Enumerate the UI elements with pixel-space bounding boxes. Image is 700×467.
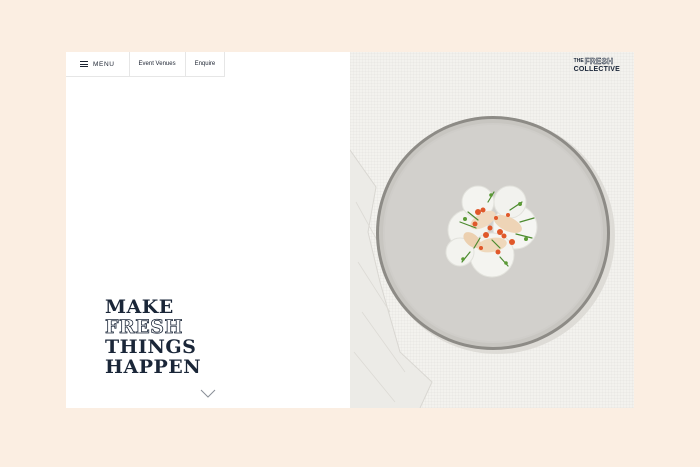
hero-headline: MAKE FRESH THINGS HAPPEN xyxy=(105,297,201,377)
plated-dish-image xyxy=(350,116,615,408)
hero-frame: MENU Event Venues Enquire MAKE FRESH THI… xyxy=(66,52,634,408)
brand-logo[interactable]: THEFRESH COLLECTIVE xyxy=(573,57,620,73)
logo-collective: COLLECTIVE xyxy=(573,66,620,73)
headline-line-fresh: FRESH xyxy=(105,316,183,338)
headline-line-happen: HAPPEN xyxy=(105,356,202,378)
top-navigation: MENU Event Venues Enquire xyxy=(66,52,226,77)
chevron-down-icon[interactable] xyxy=(200,389,216,398)
logo-the: THE xyxy=(573,58,584,64)
headline-line-things: THINGS xyxy=(105,336,197,358)
headline-line-make: MAKE xyxy=(105,296,174,318)
logo-fresh: FRESH xyxy=(584,57,614,66)
nav-link-enquire[interactable]: Enquire xyxy=(186,52,225,76)
menu-label: MENU xyxy=(93,60,115,68)
hero-left-panel: MENU Event Venues Enquire MAKE FRESH THI… xyxy=(66,52,350,408)
hamburger-icon xyxy=(80,61,88,67)
hero-photo: THEFRESH COLLECTIVE xyxy=(350,52,634,408)
nav-link-event-venues[interactable]: Event Venues xyxy=(130,52,186,76)
menu-button[interactable]: MENU xyxy=(66,52,130,76)
